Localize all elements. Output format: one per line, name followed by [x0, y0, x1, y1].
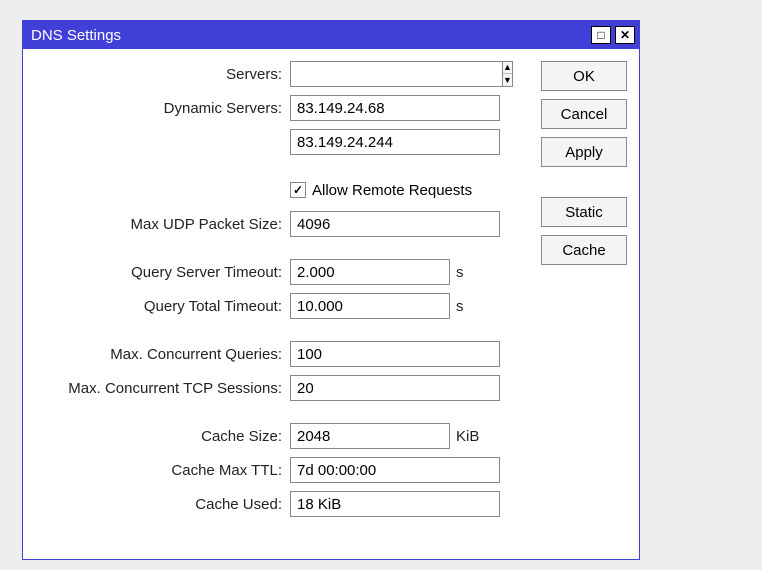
max-concurrent-tcp-input[interactable] [290, 375, 500, 401]
max-concurrent-queries-input[interactable] [290, 341, 500, 367]
chevron-down-icon[interactable]: ▼ [503, 74, 512, 86]
maximize-icon[interactable]: □ [591, 26, 611, 44]
servers-field[interactable]: ▲ ▼ [290, 61, 500, 87]
chevron-up-icon[interactable]: ▲ [503, 62, 512, 74]
cache-button[interactable]: Cache [541, 235, 627, 265]
titlebar-buttons: □ ✕ [591, 26, 635, 44]
client-area: OK Cancel Apply Static Cache Servers: ▲ … [23, 49, 639, 559]
kib-unit: KiB [456, 428, 490, 445]
window-title: DNS Settings [31, 27, 591, 44]
titlebar[interactable]: DNS Settings □ ✕ [23, 21, 639, 49]
dns-settings-window: DNS Settings □ ✕ OK Cancel Apply Static … [22, 20, 640, 560]
query-server-timeout-label: Query Server Timeout: [35, 264, 290, 281]
checkbox-check-icon[interactable] [290, 182, 306, 198]
cache-used-input[interactable] [290, 491, 500, 517]
dynamic-server-2-input[interactable] [290, 129, 500, 155]
cache-size-label: Cache Size: [35, 428, 290, 445]
servers-input[interactable] [290, 61, 502, 87]
dynamic-servers-label: Dynamic Servers: [35, 100, 290, 117]
apply-button[interactable]: Apply [541, 137, 627, 167]
max-concurrent-queries-label: Max. Concurrent Queries: [35, 346, 290, 363]
max-concurrent-tcp-label: Max. Concurrent TCP Sessions: [35, 380, 290, 397]
servers-label: Servers: [35, 66, 290, 83]
seconds-unit: s [456, 264, 490, 281]
cache-size-input[interactable] [290, 423, 450, 449]
servers-spinner[interactable]: ▲ ▼ [502, 61, 513, 87]
allow-remote-requests-label: Allow Remote Requests [312, 182, 472, 199]
allow-remote-requests-checkbox[interactable]: Allow Remote Requests [290, 177, 472, 203]
query-server-timeout-input[interactable] [290, 259, 450, 285]
side-button-group: OK Cancel Apply Static Cache [541, 61, 627, 265]
ok-button[interactable]: OK [541, 61, 627, 91]
static-button[interactable]: Static [541, 197, 627, 227]
cache-max-ttl-input[interactable] [290, 457, 500, 483]
cache-max-ttl-label: Cache Max TTL: [35, 462, 290, 479]
close-icon[interactable]: ✕ [615, 26, 635, 44]
cancel-button[interactable]: Cancel [541, 99, 627, 129]
dynamic-server-1-input[interactable] [290, 95, 500, 121]
max-udp-label: Max UDP Packet Size: [35, 216, 290, 233]
cache-used-label: Cache Used: [35, 496, 290, 513]
query-total-timeout-input[interactable] [290, 293, 450, 319]
max-udp-input[interactable] [290, 211, 500, 237]
seconds-unit: s [456, 298, 490, 315]
query-total-timeout-label: Query Total Timeout: [35, 298, 290, 315]
